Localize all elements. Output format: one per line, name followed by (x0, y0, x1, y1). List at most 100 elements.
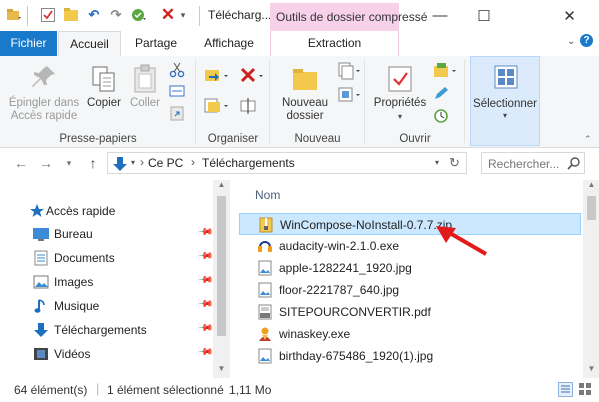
pin-icon: 📌 (196, 272, 214, 289)
column-header-name[interactable]: Nom (236, 180, 583, 208)
nav-item-label: Accès rapide (46, 204, 116, 218)
nav-item-images[interactable]: Images 📌 (0, 271, 220, 293)
zip-icon (259, 217, 273, 233)
open-icon[interactable] (433, 62, 459, 83)
forward-arrow-icon[interactable]: → (38, 155, 54, 171)
maximize-button[interactable]: ☐ (462, 0, 506, 31)
large-icons-view-icon[interactable] (578, 382, 593, 397)
pin-icon (32, 66, 55, 87)
status-bar: 64 élément(s) | 1 élément sélectionné 1,… (0, 378, 599, 402)
file-row[interactable]: winaskey.exe (239, 323, 581, 345)
title-bar: ↶ ↷ ✕ ▾ Télécharg... Outils de dossier c… (0, 0, 599, 31)
file-list-scrollbar[interactable]: ▲ ▼ (583, 180, 599, 378)
open-group-label: Ouvrir (399, 133, 431, 145)
tab-view[interactable]: Affichage (193, 31, 265, 56)
nav-item-quick-access[interactable]: Accès rapide (0, 200, 220, 222)
edit-icon[interactable] (433, 86, 449, 105)
nav-item-downloads[interactable]: Téléchargements 📌 (0, 319, 220, 341)
new-folder-button[interactable]: Nouveau dossier (276, 64, 334, 123)
close-button[interactable]: ✕ (512, 0, 599, 31)
desktop-icon (33, 228, 49, 241)
file-name: winaskey.exe (279, 327, 351, 341)
nav-item-label: Vidéos (54, 347, 91, 361)
check-move-icon[interactable] (131, 7, 147, 23)
nav-item-label: Images (54, 275, 94, 289)
copy-to-icon[interactable] (204, 96, 230, 119)
chevron-down-icon[interactable]: ⌄ (567, 36, 575, 47)
search-input[interactable] (486, 155, 566, 173)
nav-item-music[interactable]: Musique 📌 (0, 295, 220, 317)
tab-file[interactable]: Fichier (0, 31, 57, 56)
file-row[interactable]: SITEPOURCONVERTIR.pdf (239, 301, 581, 323)
address-history-dropdown-icon[interactable]: ▾ (435, 158, 439, 167)
file-row[interactable]: WinCompose-NoInstall-0.7.7.zip (239, 213, 581, 235)
nav-scroll-thumb[interactable] (217, 196, 226, 336)
rename-icon[interactable] (240, 96, 256, 119)
pin-quick-access-button[interactable]: Épingler dans Accès rapide (4, 64, 84, 123)
folder-menu-icon[interactable] (6, 7, 22, 23)
copy-path-icon[interactable] (169, 84, 185, 101)
image-file-icon (258, 282, 272, 298)
minimize-button[interactable]: — (418, 0, 462, 31)
image-file-icon (258, 260, 272, 276)
nav-scrollbar[interactable]: ▲ ▼ (213, 180, 230, 378)
tab-extract[interactable]: Extraction (270, 31, 399, 56)
help-button[interactable]: ? (580, 34, 593, 47)
organize-group-label: Organiser (207, 133, 259, 145)
redo-icon[interactable]: ↷ (108, 7, 124, 23)
move-to-icon[interactable] (204, 66, 230, 89)
breadcrumb-dropdown-icon[interactable]: ▾ (131, 158, 135, 167)
file-scroll-thumb[interactable] (587, 196, 596, 220)
scroll-down-icon[interactable]: ▼ (213, 364, 230, 378)
exe-icon (259, 327, 271, 341)
file-list: Nom WinCompose-NoInstall-0.7.7.zip audac… (236, 180, 583, 378)
select-button[interactable]: Sélectionner ▾ (470, 56, 540, 146)
scroll-down-icon[interactable]: ▼ (583, 364, 599, 378)
nav-item-documents[interactable]: Documents 📌 (0, 247, 220, 269)
file-name: WinCompose-NoInstall-0.7.7.zip (280, 218, 453, 232)
file-row[interactable]: apple-1282241_1920.jpg (239, 257, 581, 279)
up-arrow-icon[interactable]: ↑ (85, 155, 101, 171)
undo-icon[interactable]: ↶ (86, 7, 102, 23)
breadcrumb-downloads[interactable]: Téléchargements (202, 156, 295, 170)
scroll-up-icon[interactable]: ▲ (583, 180, 599, 194)
quick-access-dropdown-icon[interactable]: ▾ (178, 7, 188, 23)
nav-item-desktop[interactable]: Bureau 📌 (0, 223, 220, 245)
search-box[interactable] (481, 152, 585, 174)
download-icon (113, 157, 127, 171)
pin-icon: 📌 (196, 320, 214, 337)
selection-size: 1,11 Mo (229, 383, 272, 397)
refresh-icon[interactable]: ↻ (449, 155, 460, 171)
details-view-icon[interactable] (558, 382, 573, 397)
select-dropdown-icon: ▾ (502, 111, 507, 120)
delete-quick-icon[interactable]: ✕ (160, 5, 176, 24)
new-item-icon[interactable] (338, 62, 362, 83)
clipboard-group-label: Presse-papiers (59, 133, 137, 145)
delete-icon[interactable] (240, 66, 266, 89)
scroll-up-icon[interactable]: ▲ (213, 180, 230, 194)
new-folder-quick-icon[interactable] (63, 7, 79, 23)
easy-access-icon[interactable] (338, 86, 362, 107)
history-icon[interactable] (433, 108, 449, 127)
back-arrow-icon[interactable]: ← (13, 155, 29, 171)
address-bar[interactable]: ▾ › Ce PC › Téléchargements ▾ ↻ (107, 152, 467, 174)
recent-locations-icon[interactable]: ▾ (61, 155, 77, 171)
copy-button[interactable]: Copier (85, 64, 123, 110)
breadcrumb-this-pc[interactable]: Ce PC (148, 156, 183, 170)
group-open: Propriétés ▾ Ouvrir (365, 56, 465, 147)
properties-quick-icon[interactable] (40, 7, 56, 23)
paste-shortcut-icon[interactable] (169, 105, 185, 124)
collapse-ribbon-icon[interactable]: ⌃ (584, 134, 592, 145)
nav-item-videos[interactable]: Vidéos 📌 (0, 343, 220, 365)
tab-home[interactable]: Accueil (58, 31, 121, 56)
properties-button[interactable]: Propriétés ▾ (369, 64, 431, 123)
music-icon (34, 299, 45, 313)
paste-button[interactable]: Coller (126, 64, 164, 110)
file-row[interactable]: birthday-675486_1920(1).jpg (239, 345, 581, 367)
file-row[interactable]: floor-2221787_640.jpg (239, 279, 581, 301)
nav-item-label: Documents (54, 251, 115, 265)
pdf-icon (258, 304, 272, 320)
file-row[interactable]: audacity-win-2.1.0.exe (239, 235, 581, 257)
cut-icon[interactable] (169, 62, 185, 81)
tab-share[interactable]: Partage (126, 31, 186, 56)
